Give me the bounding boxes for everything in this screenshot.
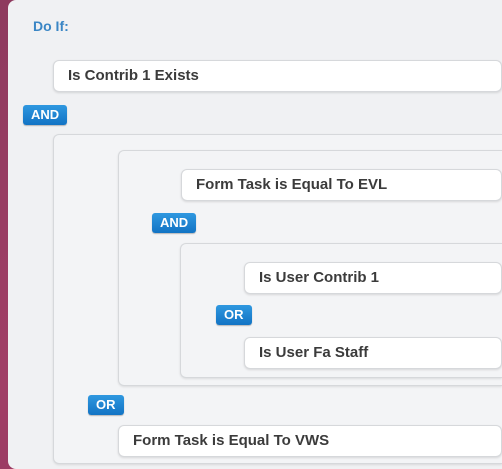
operator-or-user[interactable]: OR	[216, 305, 252, 325]
panel-title: Do If:	[33, 18, 69, 34]
condition-user-fa-staff[interactable]: Is User Fa Staff	[244, 337, 502, 369]
do-if-panel: Do If: Is Contrib 1 Exists AND Form Task…	[8, 0, 502, 469]
operator-and-group[interactable]: AND	[152, 213, 197, 233]
operator-and-root[interactable]: AND	[23, 105, 68, 125]
operator-or-outer[interactable]: OR	[88, 395, 124, 415]
condition-user-contrib[interactable]: Is User Contrib 1	[244, 262, 502, 294]
condition-form-task-vws[interactable]: Form Task is Equal To VWS	[118, 425, 502, 457]
condition-contrib-exists[interactable]: Is Contrib 1 Exists	[53, 60, 502, 92]
condition-form-task-evl[interactable]: Form Task is Equal To EVL	[181, 169, 502, 201]
